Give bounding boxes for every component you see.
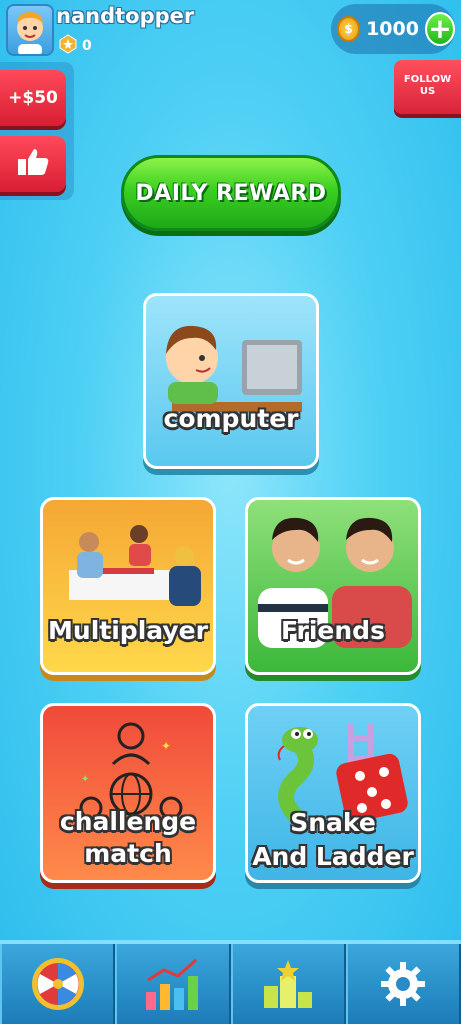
multiplayer-label: Multiplayer bbox=[48, 616, 208, 645]
avatar[interactable] bbox=[6, 4, 54, 56]
level-value: 0 bbox=[82, 38, 92, 54]
snake-label: Snake And Ladder bbox=[248, 806, 418, 874]
multiplayer-mode-button[interactable]: Multiplayer bbox=[40, 497, 216, 675]
follow-us-button[interactable]: FOLLOW US bbox=[394, 60, 461, 114]
settings-gear-icon bbox=[381, 962, 426, 1006]
bottom-nav-bar bbox=[0, 940, 461, 1024]
challenge-match-button[interactable]: ✦ ✦ challenge match bbox=[40, 703, 216, 883]
star-badge-icon bbox=[58, 34, 78, 58]
daily-reward-button[interactable]: DAILY REWARD bbox=[121, 155, 341, 231]
friends-mode-button[interactable]: Friends bbox=[245, 497, 421, 675]
snake-label-line2: And Ladder bbox=[252, 842, 414, 871]
coin-balance: $ 1000 + bbox=[331, 4, 455, 54]
add-coins-button[interactable]: + bbox=[424, 12, 455, 46]
like-button[interactable] bbox=[0, 136, 66, 192]
snake-label-line1: Snake bbox=[290, 808, 376, 837]
coin-icon: $ bbox=[337, 16, 361, 42]
computer-mode-button[interactable]: computer bbox=[143, 293, 319, 469]
stats-button[interactable] bbox=[115, 944, 231, 1024]
thumbs-up-icon bbox=[16, 147, 50, 181]
leaderboard-icon bbox=[264, 960, 313, 1008]
plus-icon: + bbox=[428, 12, 452, 45]
spin-wheel-icon bbox=[31, 958, 84, 1010]
snake-and-ladder-button[interactable]: Snake And Ladder bbox=[245, 703, 421, 883]
challenge-label-line1: challenge bbox=[59, 807, 197, 836]
coin-value: 1000 bbox=[366, 18, 419, 40]
challenge-label-line2: match bbox=[84, 839, 172, 868]
level-indicator: 0 bbox=[58, 34, 92, 58]
svg-text:✦: ✦ bbox=[161, 739, 171, 753]
username: nandtopper bbox=[56, 4, 195, 28]
follow-label: FOLLOW bbox=[403, 74, 452, 85]
boy-avatar-icon bbox=[17, 12, 43, 54]
friends-label: Friends bbox=[281, 616, 385, 645]
stats-chart-icon bbox=[145, 958, 198, 1010]
challenge-label: challenge match bbox=[43, 806, 213, 870]
svg-text:✦: ✦ bbox=[81, 774, 89, 785]
computer-label: computer bbox=[163, 404, 299, 433]
daily-reward-label: DAILY REWARD bbox=[135, 180, 327, 206]
settings-button[interactable] bbox=[345, 944, 461, 1024]
bonus-cash-button[interactable]: +$50 bbox=[0, 70, 66, 126]
leaderboard-button[interactable] bbox=[230, 944, 346, 1024]
bonus-label: +$50 bbox=[8, 88, 58, 108]
spin-wheel-button[interactable] bbox=[0, 944, 116, 1024]
people-playing-icon bbox=[69, 525, 201, 606]
us-label: US bbox=[419, 86, 436, 97]
